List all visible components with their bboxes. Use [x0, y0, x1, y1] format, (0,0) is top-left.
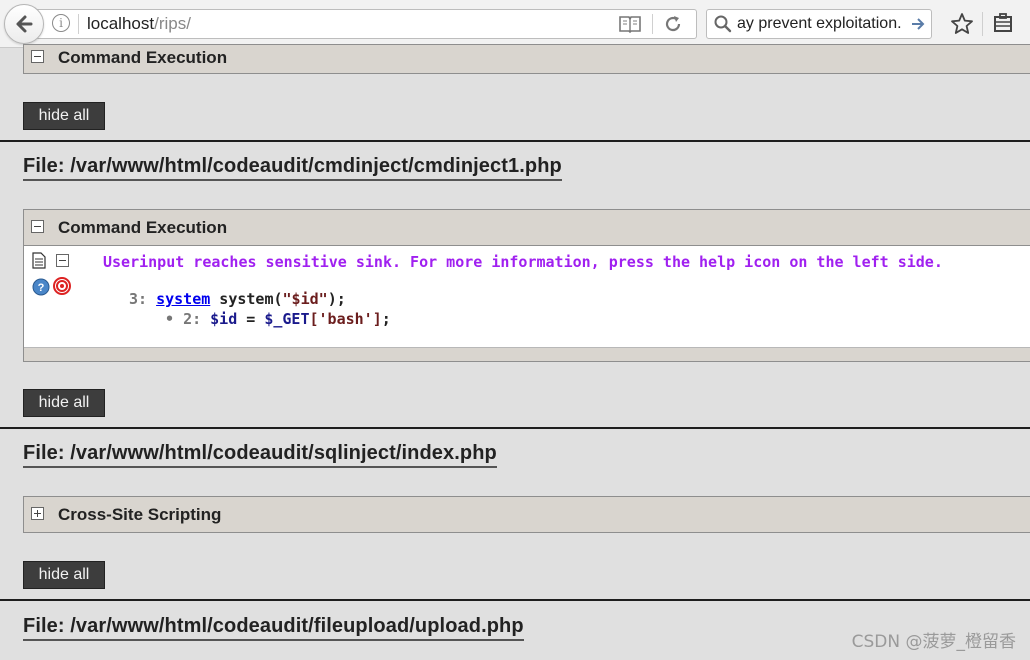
url-divider [78, 14, 79, 34]
function-link[interactable]: system [156, 290, 210, 308]
hide-all-button[interactable]: hide all [23, 389, 105, 417]
file-heading: File: /var/www/html/codeaudit/fileupload… [23, 613, 524, 641]
hide-all-button[interactable]: hide all [23, 561, 105, 589]
browser-toolbar: i localhost/rips/ ay prevent exploitatio… [0, 0, 1030, 48]
bullet-icon: • [165, 310, 175, 328]
code-text: ; [381, 310, 391, 328]
vuln-result-panel: Command Execution ? Userinput reaches se… [23, 209, 1030, 362]
code-line-source: • 2: $id = $_GET['bash']; [165, 310, 391, 328]
line-number: 3: [129, 290, 148, 308]
toolbar-divider [982, 12, 983, 36]
code-string: "$id" [282, 290, 328, 308]
svg-text:?: ? [38, 282, 45, 294]
hide-all-button[interactable]: hide all [23, 102, 105, 130]
code-variable: $id [210, 310, 238, 328]
exploit-target-icon[interactable] [53, 277, 71, 295]
panel-title[interactable]: Command Execution [58, 48, 227, 68]
collapse-icon[interactable] [31, 50, 44, 63]
help-icon[interactable]: ? [32, 278, 50, 296]
file-heading: File: /var/www/html/codeaudit/sqlinject/… [23, 440, 497, 468]
search-go-arrow-icon[interactable] [909, 15, 927, 33]
bookmark-star-icon[interactable] [950, 12, 974, 36]
site-info-icon[interactable]: i [52, 14, 70, 32]
search-bar[interactable]: ay prevent exploitation. [706, 9, 932, 39]
reload-icon[interactable] [662, 13, 684, 35]
vuln-message: Userinput reaches sensitive sink. For mo… [103, 253, 943, 271]
panel-cross-site-scripting: Cross-Site Scripting [23, 496, 1030, 533]
code-text: ); [327, 290, 346, 308]
clipboard-icon[interactable] [992, 12, 1014, 34]
section-divider [0, 599, 1030, 601]
url-text[interactable]: localhost/rips/ [87, 13, 191, 35]
file-heading: File: /var/www/html/codeaudit/cmdinject/… [23, 153, 562, 181]
code-text: system( [210, 290, 283, 308]
vuln-result-footer [24, 347, 1030, 361]
collapse-icon[interactable] [56, 254, 69, 267]
line-number: 2: [183, 310, 202, 328]
document-icon[interactable] [32, 252, 46, 269]
panel-command-execution-top: Command Execution [23, 44, 1030, 74]
panel-title[interactable]: Cross-Site Scripting [58, 505, 221, 525]
section-divider [0, 140, 1030, 142]
vuln-result-header[interactable]: Command Execution [24, 210, 1030, 246]
code-string: ['bash'] [309, 310, 382, 328]
expand-icon[interactable] [31, 507, 44, 520]
panel-title[interactable]: Command Execution [58, 218, 227, 238]
section-divider [0, 427, 1030, 429]
back-button[interactable] [4, 4, 44, 44]
rips-results: Command Execution hide all File: /var/ww… [0, 44, 1030, 660]
code-line-sink: 3: system system("$id"); [129, 290, 346, 308]
code-variable: $_GET [264, 310, 310, 328]
watermark: CSDN @菠萝_橙留香 [851, 632, 1016, 652]
search-input[interactable]: ay prevent exploitation. [737, 14, 907, 34]
url-divider-2 [652, 14, 653, 34]
back-arrow-icon [16, 15, 33, 33]
search-icon [714, 15, 732, 33]
code-text: = [237, 310, 265, 328]
reader-view-icon[interactable] [618, 14, 642, 34]
collapse-icon[interactable] [31, 220, 44, 233]
